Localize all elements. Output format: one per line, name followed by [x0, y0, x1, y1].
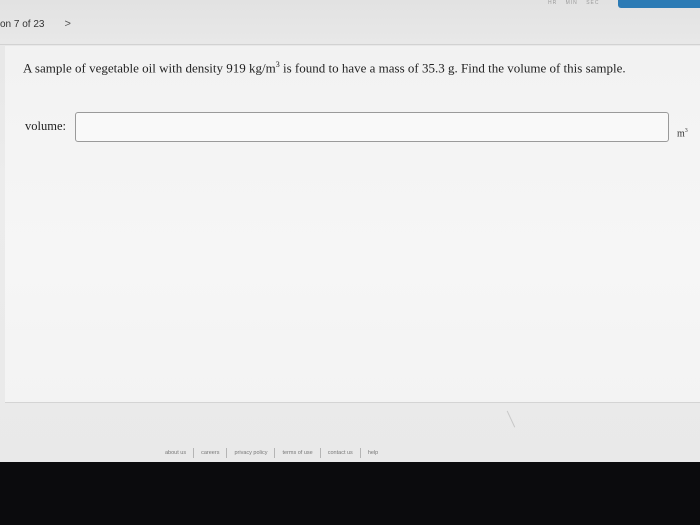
- footer-links: about us careers privacy policy terms of…: [165, 448, 378, 458]
- footer-link-contact-us[interactable]: contact us: [328, 450, 353, 456]
- footer-separator: [193, 448, 195, 458]
- footer-separator: [319, 448, 321, 458]
- footer-link-terms-of-use[interactable]: terms of use: [282, 450, 312, 456]
- screen: on 7 of 23 > HR MIN SEC A sample of vege…: [0, 0, 700, 462]
- footer-separator: [226, 448, 228, 458]
- question-navigation: on 7 of 23 >: [0, 18, 71, 30]
- footer-link-careers[interactable]: careers: [201, 450, 219, 456]
- timer: HR MIN SEC: [548, 0, 605, 6]
- question-text-part-1: A sample of vegetable oil with density 9…: [23, 60, 276, 76]
- question-text-part-2: is found to have a mass of 35.3 g. Find …: [279, 60, 626, 76]
- stray-mark: [506, 406, 525, 428]
- timer-min-label: MIN: [565, 0, 578, 6]
- footer-separator: [274, 448, 276, 458]
- timer-hr-label: HR: [548, 0, 558, 6]
- footer-link-about-us[interactable]: about us: [165, 450, 186, 456]
- volume-unit: m3: [677, 128, 688, 139]
- volume-unit-base: m: [677, 128, 685, 140]
- volume-unit-superscript: 3: [684, 128, 688, 134]
- volume-input[interactable]: [75, 112, 669, 142]
- footer-link-privacy-policy[interactable]: privacy policy: [234, 450, 267, 456]
- next-question-chevron-icon[interactable]: >: [64, 18, 70, 30]
- footer-link-help[interactable]: help: [368, 450, 378, 456]
- timer-sec-label: SEC: [586, 0, 600, 6]
- footer-separator: [359, 448, 361, 458]
- volume-label: volume:: [25, 119, 66, 133]
- question-text: A sample of vegetable oil with density 9…: [23, 60, 626, 76]
- submit-button[interactable]: [618, 0, 700, 8]
- question-panel: A sample of vegetable oil with density 9…: [5, 46, 700, 428]
- question-counter: on 7 of 23: [0, 18, 45, 30]
- top-bar: on 7 of 23 > HR MIN SEC: [0, 0, 700, 45]
